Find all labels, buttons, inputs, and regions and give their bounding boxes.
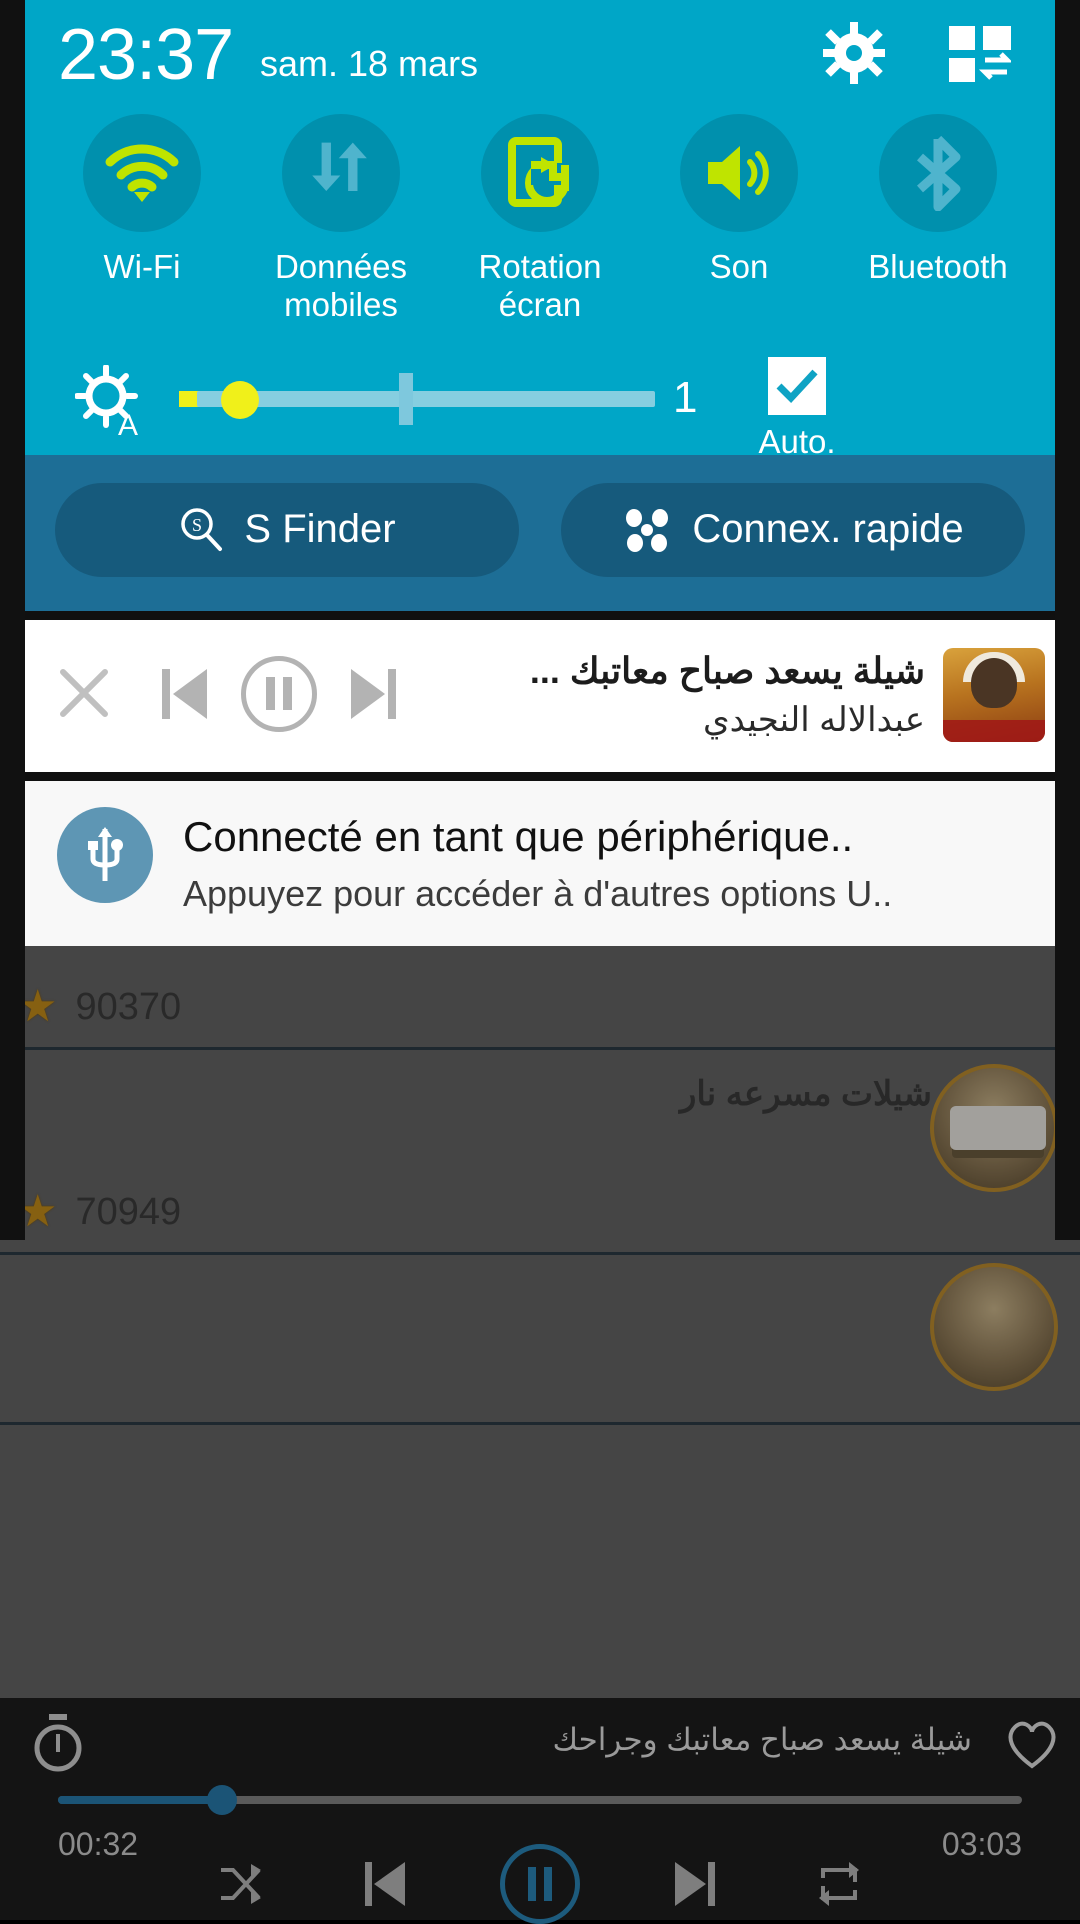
toggle-bluetooth[interactable]: Bluetooth [849, 114, 1027, 325]
album-art-thumbnail [943, 647, 1045, 742]
usb-notification-subtitle: Appuyez pour accéder à d'autres options … [183, 872, 893, 914]
clock: 23:37 [58, 15, 234, 95]
brightness-auto-icon: A [75, 364, 138, 437]
repeat-icon [819, 1862, 859, 1906]
bottom-mini-player[interactable]: شيلة يسعد صباح معاتبك وجراحك 00:32 03:03 [0, 1698, 1080, 1924]
screen-rotation-icon [508, 137, 569, 207]
auto-brightness-toggle[interactable]: Auto. [737, 356, 857, 461]
quick-connect-label: Connex. rapide [692, 507, 964, 552]
s-finder-icon: S [181, 507, 223, 551]
play-pause-button[interactable] [500, 1844, 580, 1924]
shade-left-edge [0, 0, 25, 1240]
toggle-label: Son [709, 248, 769, 285]
pause-icon [266, 677, 275, 711]
shuffle-icon [221, 1864, 261, 1904]
previous-track-icon [365, 1862, 405, 1906]
wifi-icon [105, 144, 179, 202]
s-finder-label: S Finder [244, 507, 396, 552]
quick-connect-button[interactable]: Connex. rapide [561, 482, 1025, 577]
next-track-icon [351, 668, 396, 719]
seek-bar-thumb[interactable] [206, 1785, 237, 1815]
shuffle-button[interactable] [212, 1855, 270, 1913]
brightness-value: 1 [673, 372, 698, 422]
repeat-button[interactable] [810, 1855, 868, 1913]
date: sam. 18 mars [260, 43, 479, 84]
seek-bar[interactable] [58, 1785, 1022, 1815]
brightness-thumb[interactable] [221, 380, 259, 419]
toggle-label: Wi-Fi [103, 248, 181, 285]
status-bar: 23:37 sam. 18 mars [25, 0, 1055, 110]
svg-text:S: S [192, 515, 202, 535]
previous-track-icon [162, 668, 207, 719]
usb-icon [57, 806, 153, 903]
bluetooth-icon [917, 135, 961, 211]
toggle-sound[interactable]: Son [650, 114, 828, 325]
music-artist: عبدالاله النجيدي [703, 700, 925, 739]
brightness-row: A 1 Auto. [25, 347, 1055, 460]
music-next-button[interactable] [343, 662, 403, 726]
gear-icon[interactable] [823, 22, 885, 84]
music-play-pause-button[interactable] [241, 655, 317, 732]
s-finder-button[interactable]: S S Finder [55, 482, 519, 577]
next-track-icon [675, 1862, 715, 1906]
previous-button[interactable] [356, 1855, 414, 1913]
toggle-wifi[interactable]: Wi-Fi [53, 114, 231, 325]
quick-connect-icon [626, 508, 669, 552]
usb-notification-title: Connecté en tant que périphérique.. [183, 812, 854, 860]
usb-notification[interactable]: Connecté en tant que périphérique.. Appu… [25, 780, 1055, 946]
checkmark-icon [776, 369, 818, 403]
auto-brightness-checkbox[interactable] [768, 356, 826, 415]
seek-bar-fill [58, 1796, 222, 1804]
brightness-track[interactable] [197, 390, 655, 407]
auto-brightness-label: Auto. [758, 422, 836, 460]
playback-controls [0, 1844, 1080, 1924]
close-icon[interactable] [57, 666, 111, 720]
mobile-data-icon [312, 142, 367, 192]
quick-toggles: Wi-Fi Données mobiles Rotation écran Son… [25, 114, 1055, 325]
quick-shortcuts-bar: S S Finder Connex. rapide [25, 454, 1055, 611]
quick-settings-edit-icon[interactable] [949, 26, 1011, 82]
mini-player-track-title: شيلة يسعد صباح معاتبك وجراحك [552, 1722, 972, 1757]
usb-glyph-icon [88, 826, 123, 881]
shade-right-edge [1055, 0, 1080, 1240]
brightness-tick [399, 372, 413, 425]
toggle-label: Données mobiles [274, 248, 408, 324]
music-previous-button[interactable] [155, 662, 215, 726]
next-button[interactable] [666, 1855, 724, 1913]
toggle-screen-rotation[interactable]: Rotation écran [451, 114, 629, 325]
sleep-timer-icon[interactable] [30, 1714, 86, 1772]
quick-settings-panel: 23:37 sam. 18 mars Wi-Fi Données mobiles… [25, 0, 1055, 611]
sound-icon [708, 146, 769, 200]
notification-divider [25, 610, 1055, 620]
music-title: شيلة يسعد صباح معاتبك ... [529, 649, 925, 691]
toggle-label: Bluetooth [868, 248, 1008, 285]
music-notification[interactable]: شيلة يسعد صباح معاتبك ... عبدالاله النجي… [25, 619, 1055, 772]
toggle-mobile-data[interactable]: Données mobiles [252, 114, 430, 325]
notification-divider [25, 771, 1055, 781]
heart-icon[interactable] [1002, 1714, 1062, 1772]
svg-text:A: A [118, 409, 138, 437]
mini-player-header: شيلة يسعد صباح معاتبك وجراحك [0, 1698, 1080, 1784]
pause-icon [528, 1867, 536, 1901]
toggle-label: Rotation écran [478, 248, 602, 324]
music-metadata: شيلة يسعد صباح معاتبك ... عبدالاله النجي… [530, 650, 925, 740]
music-controls [155, 655, 403, 732]
